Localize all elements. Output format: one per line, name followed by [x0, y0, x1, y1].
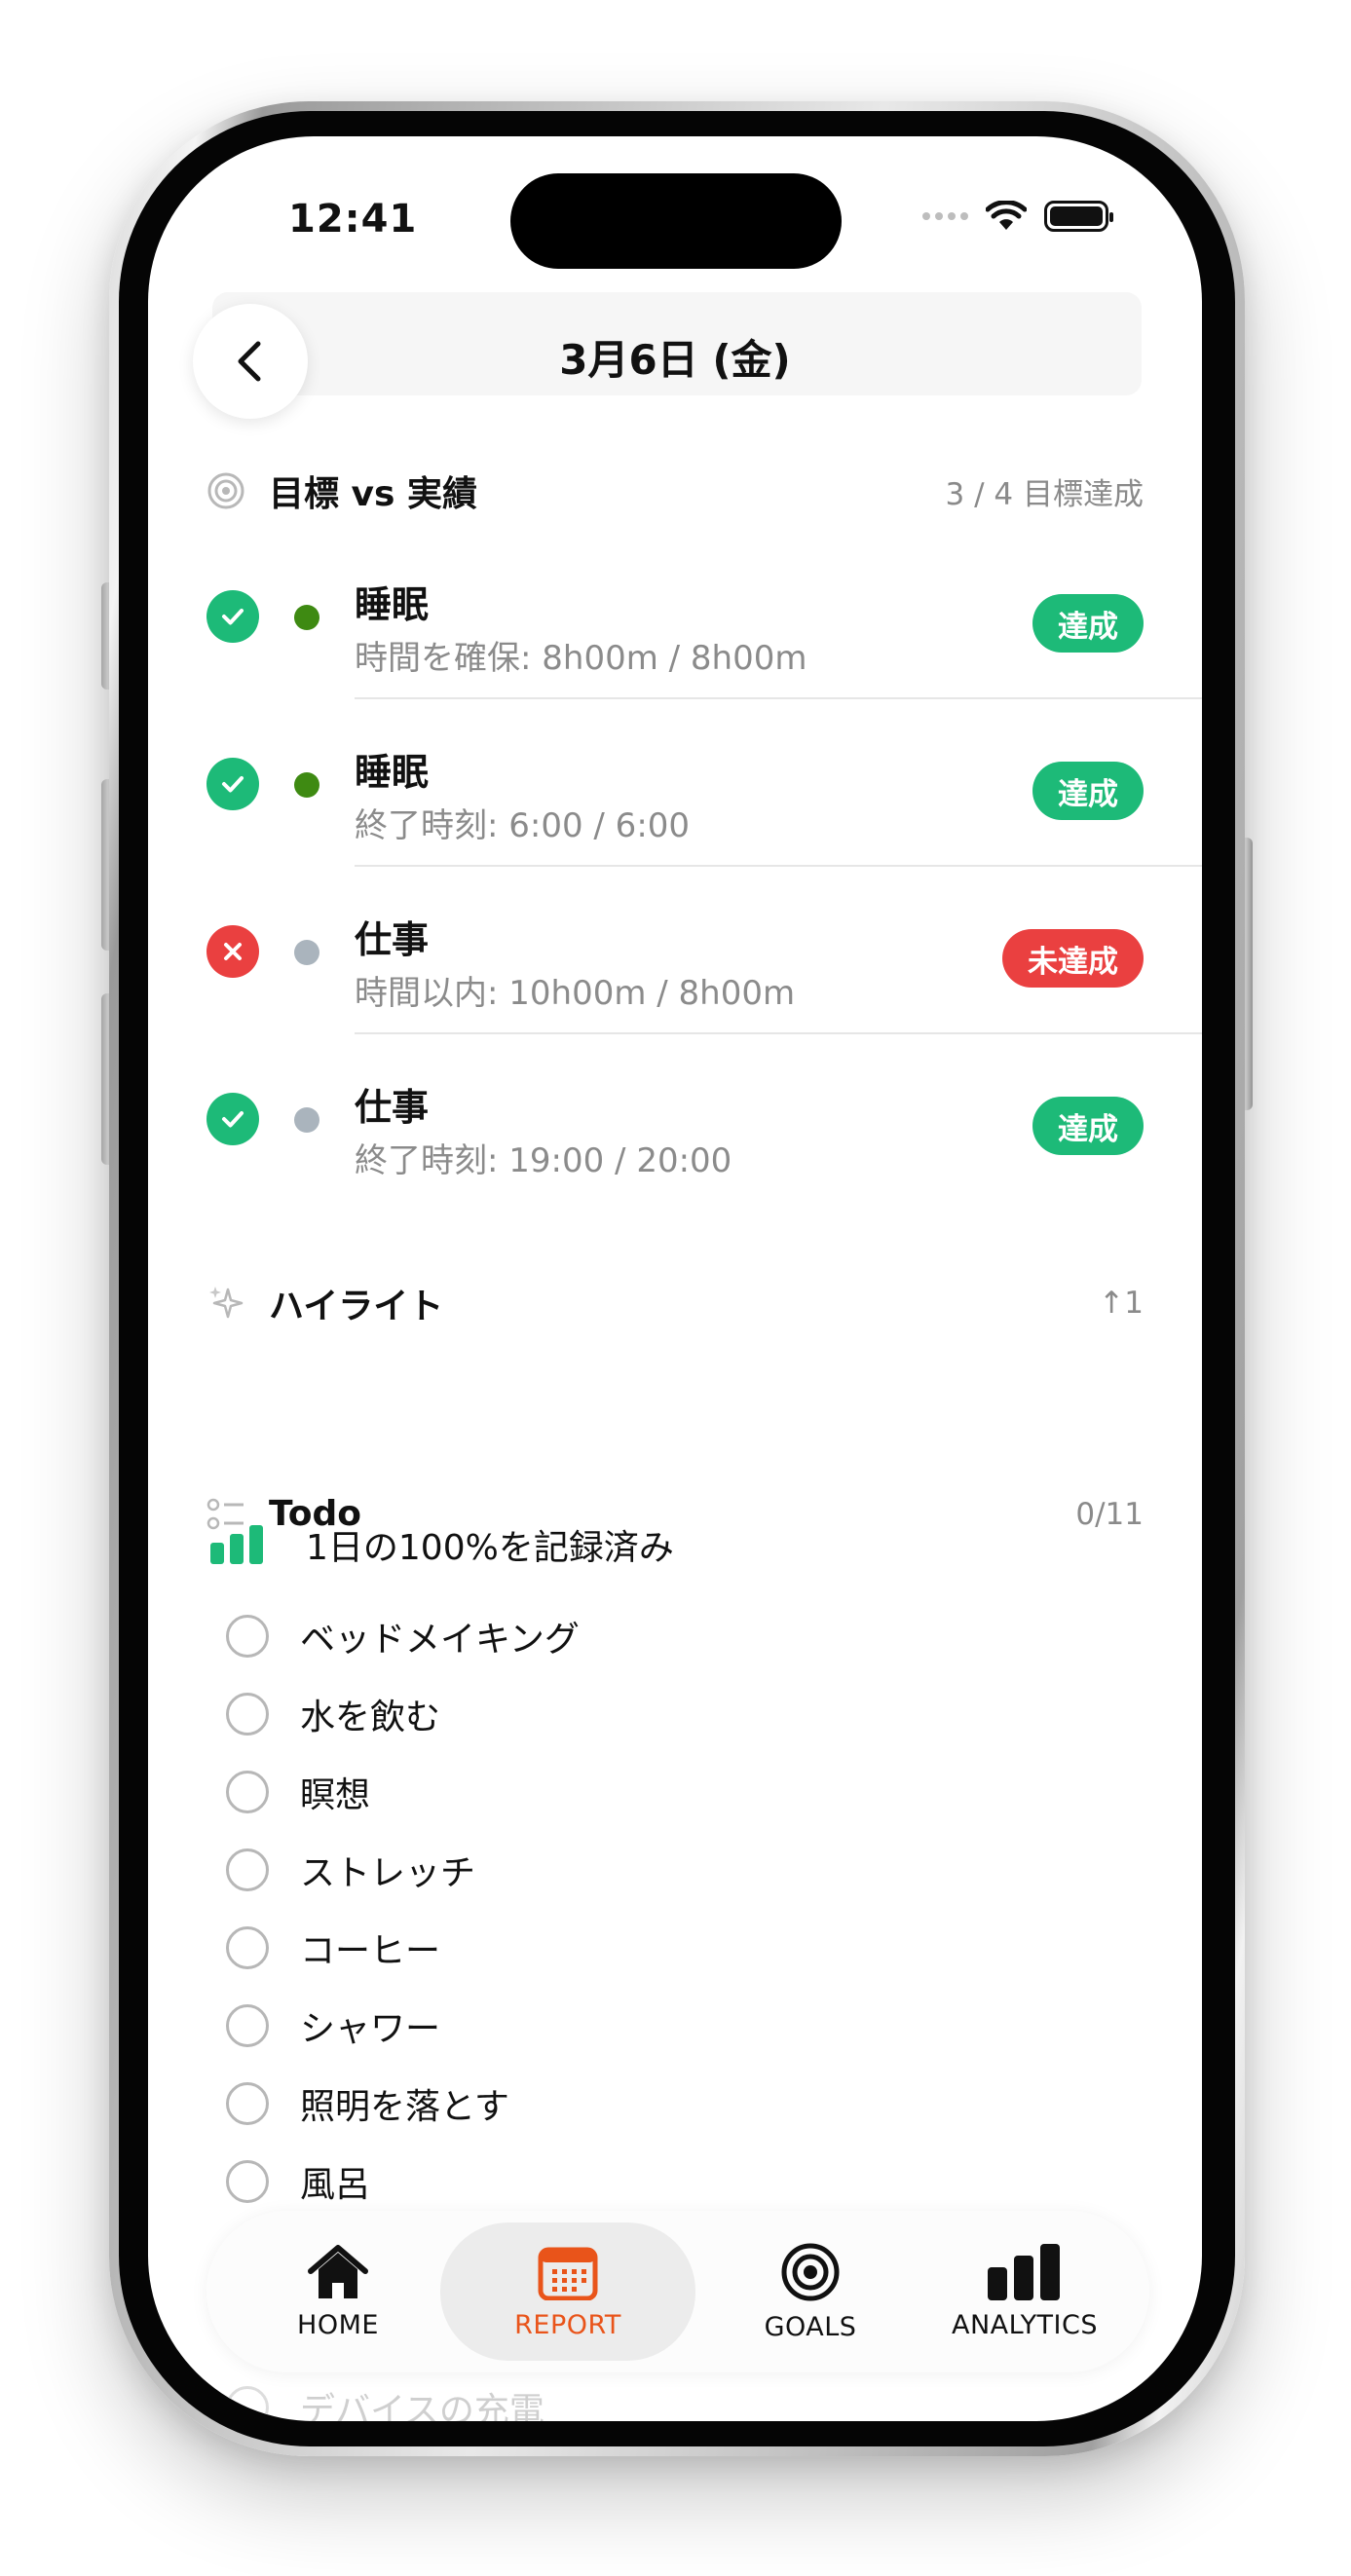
todo-label: シャワー: [300, 2009, 441, 2049]
wifi-icon: [986, 201, 1027, 230]
goal-title: 仕事: [355, 1086, 430, 1129]
goal-detail: 終了時刻: 19:00 / 20:00: [355, 1141, 732, 1180]
goal-row[interactable]: 睡眠 終了時刻: 6:00 / 6:00 達成: [206, 701, 1202, 867]
todo-label: 瞑想: [300, 1775, 371, 1815]
todo-checkbox[interactable]: [226, 1771, 269, 1813]
todo-section-title: Todo: [269, 1494, 362, 1534]
target-icon: [781, 2243, 840, 2300]
goals-summary: 3 / 4 目標達成: [945, 476, 1144, 512]
highlights-section-title: ハイライト: [269, 1287, 444, 1326]
goals-section-header: 目標 vs 実績 3 / 4 目標達成: [206, 466, 1144, 516]
sparkle-icon: [209, 1287, 244, 1319]
category-dot: [294, 940, 319, 965]
category-dot: [294, 1107, 319, 1133]
todo-count: 0/11: [1075, 1496, 1144, 1532]
home-icon: [308, 2244, 368, 2298]
dynamic-island: [510, 173, 842, 269]
page-title: 3月6日 (金): [559, 336, 791, 384]
app-screen: 12:41 3月6日 (金) 目標 vs 実績 3 / 4 目標達成 睡眠 時間…: [148, 136, 1202, 2421]
checklist-icon: [206, 1498, 244, 1529]
todo-item[interactable]: ベッドメイキング: [226, 1611, 580, 1661]
todo-item[interactable]: シャワー: [226, 2000, 440, 2051]
cellular-signal-icon: [922, 212, 968, 220]
goal-detail: 終了時刻: 6:00 / 6:00: [355, 806, 691, 845]
row-divider: [355, 1032, 1202, 1034]
status-badge: 達成: [1032, 1097, 1144, 1155]
todo-label: コーヒー: [300, 1931, 441, 1971]
todo-label: 風呂: [300, 2165, 371, 2205]
tab-home[interactable]: HOME: [236, 2211, 440, 2372]
todo-item[interactable]: 水を飲む: [226, 1689, 440, 1739]
todo-item[interactable]: 瞑想: [226, 1767, 370, 1817]
calendar-icon: [538, 2247, 598, 2300]
todo-item[interactable]: ストレッチ: [226, 1845, 475, 1895]
cross-icon: [206, 925, 259, 978]
tab-goals[interactable]: GOALS: [713, 2211, 908, 2372]
todo-item[interactable]: 照明を落とす: [226, 2078, 509, 2129]
tab-label: HOME: [297, 2309, 379, 2340]
todo-label: 水を飲む: [300, 1698, 441, 1737]
highlights-section-header: ハイライト ↑1: [206, 1278, 1144, 1328]
tab-report[interactable]: REPORT: [440, 2222, 695, 2361]
todo-label: ベッドメイキング: [300, 1620, 580, 1660]
todo-item[interactable]: デバイスの充電: [226, 2382, 544, 2421]
category-dot: [294, 772, 319, 798]
todo-item[interactable]: コーヒー: [226, 1923, 440, 1973]
status-time: 12:41: [288, 197, 418, 242]
row-divider: [355, 697, 1202, 699]
todo-checkbox[interactable]: [226, 2386, 269, 2421]
todo-label: 照明を落とす: [300, 2087, 509, 2127]
goals-section-title: 目標 vs 実績: [269, 474, 477, 514]
todo-checkbox[interactable]: [226, 2082, 269, 2125]
goal-detail: 時間以内: 10h00m / 8h00m: [355, 974, 796, 1013]
goal-detail: 時間を確保: 8h00m / 8h00m: [355, 639, 807, 678]
battery-icon: [1044, 201, 1113, 232]
check-icon: [206, 1093, 259, 1145]
todo-checkbox[interactable]: [226, 1693, 269, 1736]
check-icon: [206, 590, 259, 643]
category-dot: [294, 605, 319, 630]
row-divider: [355, 865, 1202, 867]
tab-label: REPORT: [514, 2309, 621, 2340]
todo-checkbox[interactable]: [226, 2160, 269, 2203]
todo-item[interactable]: 風呂: [226, 2156, 370, 2207]
goal-row[interactable]: 睡眠 時間を確保: 8h00m / 8h00m 達成: [206, 534, 1202, 699]
todo-checkbox[interactable]: [226, 1615, 269, 1658]
goal-row[interactable]: 仕事 終了時刻: 19:00 / 20:00 達成: [206, 1036, 1202, 1202]
status-icons: [922, 201, 1113, 232]
target-icon: [207, 472, 244, 509]
tab-bar: HOME REPORT GOALS ANALYTICS: [206, 2211, 1149, 2372]
goal-title: 睡眠: [355, 751, 430, 794]
highlights-count: ↑1: [1099, 1286, 1144, 1321]
tab-label: GOALS: [764, 2311, 857, 2342]
todo-section-header: Todo 0/11: [206, 1494, 1144, 1534]
check-icon: [206, 758, 259, 810]
todo-label: ストレッチ: [300, 1853, 476, 1893]
tab-label: ANALYTICS: [951, 2309, 1099, 2340]
status-badge: 達成: [1032, 762, 1144, 820]
status-badge: 未達成: [1002, 929, 1144, 988]
goal-title: 仕事: [355, 918, 430, 961]
goal-title: 睡眠: [355, 583, 430, 626]
goal-row[interactable]: 仕事 時間以内: 10h00m / 8h00m 未達成: [206, 869, 1202, 1034]
todo-label: デバイスの充電: [300, 2391, 544, 2421]
todo-checkbox[interactable]: [226, 1848, 269, 1891]
bar-chart-icon: [988, 2243, 1060, 2300]
todo-checkbox[interactable]: [226, 2004, 269, 2047]
todo-checkbox[interactable]: [226, 1926, 269, 1969]
tab-analytics[interactable]: ANALYTICS: [918, 2211, 1132, 2372]
status-badge: 達成: [1032, 594, 1144, 653]
